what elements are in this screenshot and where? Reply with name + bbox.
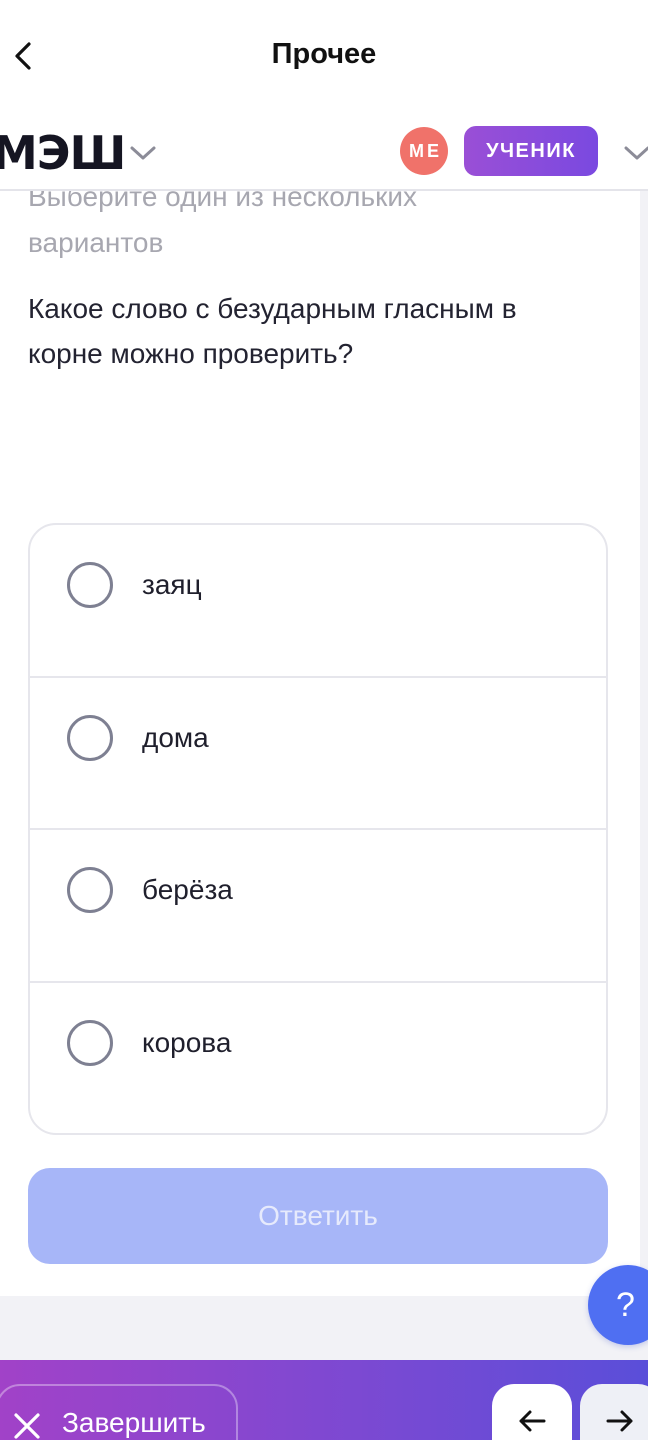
previous-task-button[interactable] [492,1384,572,1440]
bottom-action-bar: Завершить [0,1360,648,1440]
chevron-down-icon[interactable] [128,138,158,168]
submit-answer-button[interactable]: Ответить [28,1168,608,1264]
radio-icon[interactable] [67,562,113,608]
chevron-down-icon[interactable] [622,138,648,168]
arrow-right-icon [606,1410,633,1432]
answer-option-label: берёза [142,874,233,905]
top-navigation-bar: Прочее [0,0,648,112]
radio-icon[interactable] [67,867,113,913]
radio-icon[interactable] [67,714,113,761]
avatar[interactable]: МЕ [400,127,448,175]
answer-option[interactable]: заяц [30,525,606,678]
arrow-left-icon [519,1410,546,1432]
finish-button-label: Завершить [62,1407,206,1438]
next-task-button[interactable] [580,1384,648,1440]
task-card: Выберите один из нескольких вариантов Ка… [0,150,640,1296]
answer-option[interactable]: берёза [30,830,606,983]
radio-icon[interactable] [67,1019,113,1066]
task-question: Какое слово с безударным гласным в корне… [28,293,517,369]
page-title: Прочее [271,38,377,70]
app-header: МЭШ МЕ УЧЕНИК [0,112,648,191]
finish-button[interactable]: Завершить [0,1384,238,1440]
role-badge[interactable]: УЧЕНИК [464,126,598,176]
answer-option[interactable]: дома [30,678,606,830]
answer-options: заяц дома берёза корова [28,523,608,1135]
answer-option-label: заяц [142,569,202,600]
close-icon [14,1413,40,1439]
brand-logo[interactable]: МЭШ [0,126,126,180]
answer-option-label: корова [142,1026,232,1058]
answer-option-label: дома [142,721,209,753]
answer-option[interactable]: корова [30,983,606,1134]
